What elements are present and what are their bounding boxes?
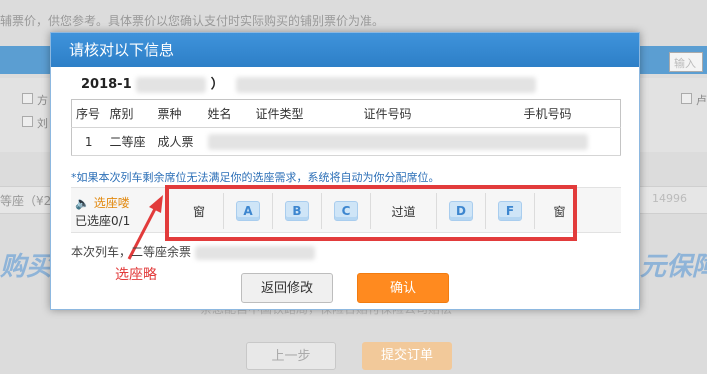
confirm-button[interactable]: 确认 — [357, 273, 449, 303]
remaining-label: 本次列车，二等座余票 — [71, 245, 192, 259]
phone-text: 14996 — [652, 192, 687, 205]
insurance-banner-right: 元保障 — [640, 252, 707, 282]
prev-step-button[interactable]: 上一步 — [246, 342, 336, 370]
column-header: 席别 — [105, 99, 154, 128]
redacted-block — [194, 245, 315, 260]
column-header: 序号 — [71, 99, 106, 128]
column-header: 姓名 — [203, 99, 252, 128]
column-header: 票种 — [153, 99, 204, 128]
cell-redacted — [203, 127, 621, 156]
annotation-label: 选座略 — [115, 267, 157, 283]
back-edit-button[interactable]: 返回修改 — [241, 273, 333, 303]
passenger-checkbox-label: 刘 — [37, 117, 48, 130]
table-header-row: 序号 席别 票种 姓名 证件类型 证件号码 手机号码 — [71, 99, 621, 128]
column-header: 证件类型 — [251, 99, 360, 128]
redacted-block — [207, 133, 588, 150]
passenger-table: 序号 席别 票种 姓名 证件类型 证件号码 手机号码 1 二等座 成人票 — [71, 99, 621, 156]
seat-allocation-note: *如果本次列车剩余席位无法满足你的选座需求，系统将自动为你分配席位。 — [71, 171, 440, 184]
seat-class-text: 等座（¥2 — [0, 194, 52, 208]
cell-index: 1 — [71, 127, 106, 156]
price-notice: 辅票价，供您参考。具体票价以您确认支付时实际购买的铺别票价为准。 — [0, 14, 385, 28]
trip-paren: ） — [210, 77, 224, 92]
insurance-banner-left: 购买 — [0, 252, 53, 282]
confirm-info-dialog: 请核对以下信息 2018-1 ） 序号 席别 票种 姓名 证件类型 证件号码 手… — [50, 32, 640, 310]
trip-info: 2018-1 ） — [81, 73, 537, 93]
redacted-block — [236, 76, 537, 93]
cell-ticket-type: 成人票 — [153, 127, 204, 156]
passenger-checkbox-label: 卢 — [696, 94, 707, 107]
column-header: 证件号码 — [359, 99, 520, 128]
redacted-block — [136, 76, 207, 93]
passenger-checkbox-label: 方 — [37, 94, 48, 107]
dialog-title: 请核对以下信息 — [51, 33, 639, 67]
remaining-tickets: 本次列车，二等座余票 — [71, 243, 315, 260]
column-header: 手机号码 — [519, 99, 621, 128]
speaker-icon: 🔈 — [75, 196, 90, 210]
passenger-checkbox[interactable] — [22, 116, 33, 127]
trip-date: 2018-1 — [81, 77, 132, 92]
passenger-checkbox[interactable] — [681, 93, 692, 104]
table-row: 1 二等座 成人票 — [71, 127, 621, 156]
submit-order-button[interactable]: 提交订单 — [362, 342, 452, 370]
cell-seat-class: 二等座 — [105, 127, 154, 156]
passenger-search-input[interactable]: 输入 — [669, 52, 703, 72]
passenger-checkbox[interactable] — [22, 93, 33, 104]
annotation-highlight-box — [165, 185, 577, 241]
